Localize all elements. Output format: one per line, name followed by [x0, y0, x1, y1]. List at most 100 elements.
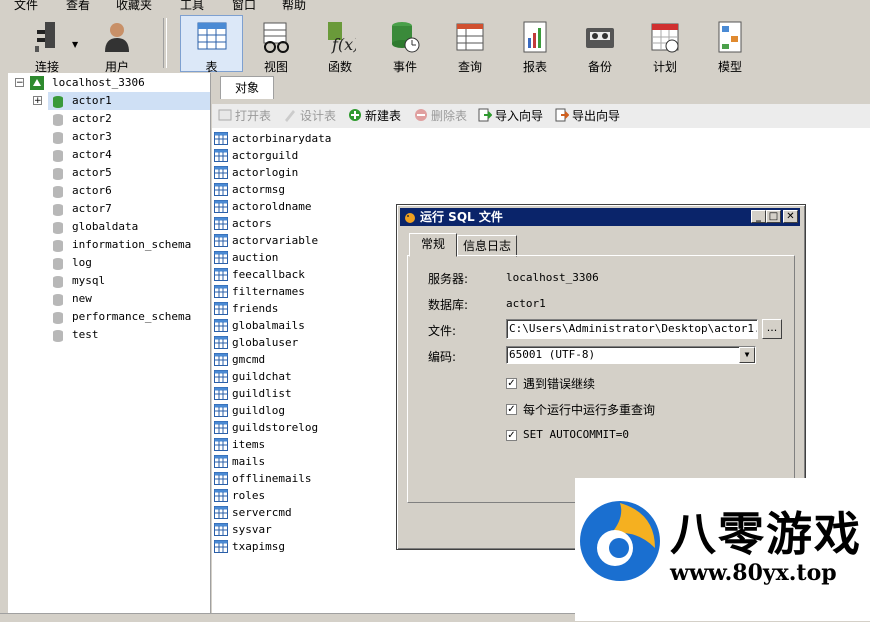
user-button[interactable]: 用户 — [86, 16, 148, 74]
tab-general[interactable]: 常规 — [409, 233, 457, 257]
menu-favorites[interactable]: 收藏夹 — [116, 0, 152, 12]
database-label: actor5 — [72, 166, 112, 179]
table-name: guildlog — [232, 404, 285, 417]
open-table-button[interactable]: 打开表 — [218, 108, 271, 124]
database-icon — [53, 240, 63, 252]
database-label: actor3 — [72, 130, 112, 143]
tree-connection-node[interactable]: − localhost_3306 — [8, 74, 210, 92]
watermark-url: www.80yx.top — [670, 560, 837, 586]
watermark-brand: 八零游戏 — [670, 507, 862, 561]
tree-database-node[interactable]: performance_schema — [48, 308, 210, 326]
database-label: log — [72, 256, 92, 269]
database-label: actor2 — [72, 112, 112, 125]
watermark-logo-icon — [580, 501, 660, 581]
tree-database-node[interactable]: new — [48, 290, 210, 308]
database-icon — [53, 258, 63, 270]
tree-database-node[interactable]: test — [48, 326, 210, 344]
server-value: localhost_3306 — [506, 271, 599, 284]
tree-database-node[interactable]: actor6 — [48, 182, 210, 200]
tree-database-node[interactable]: information_schema — [48, 236, 210, 254]
tree-database-node[interactable]: actor7 — [48, 200, 210, 218]
connect-button[interactable]: ▼ 连接 — [16, 16, 78, 74]
menu-tools[interactable]: 工具 — [180, 0, 204, 12]
menu-file[interactable]: 文件 — [14, 0, 38, 12]
event-button[interactable]: 事件 — [374, 16, 436, 74]
tab-info-log[interactable]: 信息日志 — [457, 235, 517, 257]
database-icon — [53, 96, 63, 108]
database-icon — [53, 204, 63, 216]
menu-help[interactable]: 帮助 — [282, 0, 306, 12]
object-toolbar: 打开表 设计表 新建表 删除表 导入向导 导出向导 — [212, 104, 870, 128]
table-name: roles — [232, 489, 266, 502]
database-icon — [53, 168, 63, 180]
database-icon — [53, 276, 63, 288]
tree-database-node[interactable]: mysql — [48, 272, 210, 290]
menu-view[interactable]: 查看 — [66, 0, 90, 12]
import-icon — [478, 108, 492, 122]
database-label: mysql — [72, 274, 106, 287]
backup-button[interactable]: 备份 — [569, 16, 631, 74]
table-name: actoroldname — [232, 200, 312, 213]
table-icon — [214, 302, 228, 315]
tab-objects[interactable]: 对象 — [220, 76, 274, 99]
table-icon — [214, 489, 228, 502]
database-icon — [53, 132, 63, 144]
delete-table-button[interactable]: 删除表 — [414, 108, 467, 124]
table-name: actorbinarydata — [232, 132, 332, 145]
collapse-icon[interactable]: − — [15, 78, 24, 88]
object-tab-bar — [212, 73, 870, 99]
menu-window[interactable]: 窗口 — [232, 0, 256, 12]
autocommit-checkbox[interactable]: ✓ — [506, 430, 517, 441]
table-button[interactable]: 表 — [180, 15, 243, 74]
plug-icon — [35, 22, 55, 52]
query-button[interactable]: 查询 — [439, 16, 501, 74]
tree-database-node[interactable]: globaldata — [48, 218, 210, 236]
table-icon — [214, 132, 228, 145]
view-button[interactable]: 视图 — [245, 16, 307, 74]
encoding-value: 65001 (UTF-8) — [509, 348, 596, 361]
design-table-button[interactable]: 设计表 — [283, 108, 336, 124]
table-name: actormsg — [232, 183, 285, 196]
minimize-button[interactable]: _ — [751, 210, 766, 223]
dialog-titlebar[interactable]: 运行 SQL 文件 _ □ ✕ — [400, 208, 800, 226]
database-label: actor1 — [72, 94, 112, 107]
maximize-button[interactable]: □ — [766, 210, 781, 223]
chevron-down-icon[interactable]: ▼ — [739, 347, 755, 363]
table-icon — [214, 183, 228, 196]
table-icon — [197, 22, 227, 50]
report-button[interactable]: 报表 — [504, 16, 566, 74]
continue-on-error-checkbox[interactable]: ✓ — [506, 378, 517, 389]
close-button[interactable]: ✕ — [783, 210, 798, 223]
multiple-queries-checkbox[interactable]: ✓ — [506, 404, 517, 415]
tree-database-node[interactable]: actor2 — [48, 110, 210, 128]
function-button[interactable]: f(x) 函数 — [309, 16, 371, 74]
browse-button[interactable]: ... — [762, 319, 782, 339]
schedule-button[interactable]: 计划 — [634, 16, 696, 74]
table-icon — [214, 166, 228, 179]
report-icon — [523, 21, 547, 53]
view-icon — [263, 22, 289, 53]
import-wizard-button[interactable]: 导入向导 — [478, 108, 543, 124]
server-label: 服务器: — [428, 272, 469, 286]
tree-database-node[interactable]: + actor1 — [33, 92, 210, 110]
new-table-button[interactable]: 新建表 — [348, 108, 401, 124]
encoding-select[interactable]: 65001 (UTF-8) ▼ — [506, 346, 756, 364]
expand-icon[interactable]: + — [33, 96, 42, 106]
table-icon — [214, 523, 228, 536]
export-wizard-button[interactable]: 导出向导 — [555, 108, 620, 124]
chevron-down-icon[interactable]: ▼ — [72, 40, 78, 49]
file-path-input[interactable]: C:\Users\Administrator\Desktop\actor1.sq… — [506, 319, 758, 339]
model-button[interactable]: 模型 — [699, 16, 761, 74]
design-table-icon — [285, 110, 295, 122]
tree-database-node[interactable]: actor3 — [48, 128, 210, 146]
tree-database-node[interactable]: actor5 — [48, 164, 210, 182]
table-icon — [214, 472, 228, 485]
continue-on-error-label: 遇到错误继续 — [523, 377, 596, 391]
tree-database-node[interactable]: actor4 — [48, 146, 210, 164]
multiple-queries-label: 每个运行中运行多重查询 — [523, 403, 656, 417]
table-name: gmcmd — [232, 353, 266, 366]
table-icon — [214, 268, 228, 281]
tree-database-node[interactable]: log — [48, 254, 210, 272]
table-icon — [214, 319, 228, 332]
table-name: sysvar — [232, 523, 272, 536]
